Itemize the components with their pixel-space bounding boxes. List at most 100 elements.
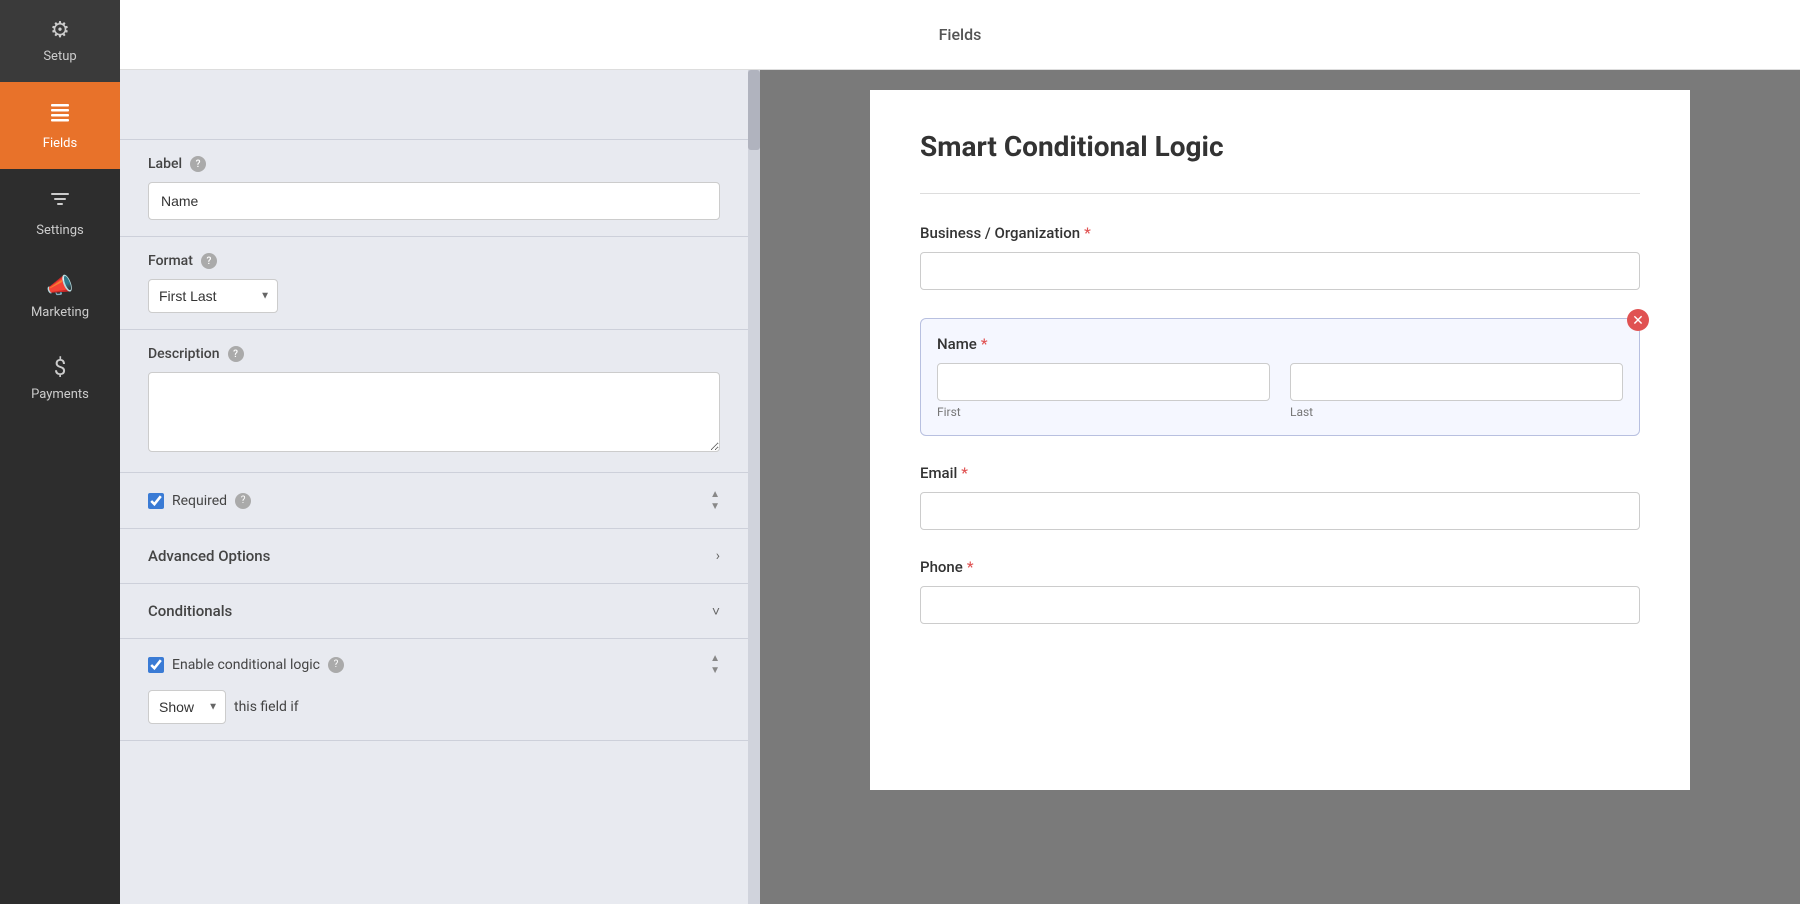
left-panel-scroll: Label ? Format ? First Last Last First (120, 70, 760, 904)
last-name-input[interactable] (1290, 363, 1623, 401)
last-sub-label: Last (1290, 405, 1623, 419)
right-panel: Smart Conditional Logic Business / Organ… (760, 70, 1800, 904)
form-field-business: Business / Organization * (920, 224, 1640, 290)
last-name-col: Last (1290, 363, 1623, 419)
conditional-logic-label: Enable conditional logic (172, 657, 320, 673)
email-input[interactable] (920, 492, 1640, 530)
form-field-name: ✕ Name * First Last (920, 318, 1640, 436)
phone-label: Phone * (920, 558, 1640, 576)
required-row: Required ? ▲ ▼ (148, 489, 720, 512)
header-bar: Fields (120, 0, 1800, 70)
business-label: Business / Organization * (920, 224, 1640, 242)
name-label: Name * (937, 335, 1623, 353)
required-label: Required (172, 493, 227, 509)
label-section: Label ? (120, 140, 748, 237)
description-label-row: Description ? (148, 346, 720, 362)
main-area: Fields Label ? (120, 0, 1800, 904)
form-field-email: Email * (920, 464, 1640, 530)
sidebar: ⚙ Setup Fields Settings 📣 Marketing (0, 0, 120, 904)
first-name-input[interactable] (937, 363, 1270, 401)
conditional-logic-help-icon[interactable]: ? (328, 657, 344, 673)
phone-label-text: Phone (920, 558, 963, 576)
cond-arrow-up: ▲ (710, 653, 720, 664)
sidebar-item-settings[interactable]: Settings (0, 169, 120, 256)
format-select[interactable]: First Last Last First First Only (148, 279, 278, 313)
email-required-star: * (961, 464, 968, 482)
name-required-star: * (981, 335, 988, 353)
sort-arrows[interactable]: ▲ ▼ (710, 489, 720, 512)
advanced-options-title: Advanced Options (148, 547, 270, 565)
advanced-options-section: Advanced Options › (120, 529, 748, 584)
page-title: Fields (939, 25, 982, 44)
format-label-row: Format ? (148, 253, 720, 269)
business-required-star: * (1084, 224, 1091, 242)
first-sub-label: First (937, 405, 1270, 419)
advanced-options-chevron: › (716, 548, 720, 564)
sidebar-item-fields[interactable]: Fields (0, 82, 120, 169)
sidebar-item-label: Settings (36, 223, 83, 238)
left-panel: Label ? Format ? First Last Last First (120, 70, 760, 904)
sidebar-item-marketing[interactable]: 📣 Marketing (0, 256, 120, 338)
scrollbar-thumb (748, 70, 760, 150)
description-textarea[interactable] (148, 372, 720, 452)
form-field-phone: Phone * (920, 558, 1640, 624)
label-text: Label (148, 156, 182, 172)
name-label-text: Name (937, 335, 977, 353)
settings-icon (48, 187, 72, 217)
email-label-text: Email (920, 464, 957, 482)
required-help-icon[interactable]: ? (235, 493, 251, 509)
form-title: Smart Conditional Logic (920, 130, 1640, 163)
conditionals-section: Conditionals ˅ Enable conditional logic … (120, 584, 748, 741)
business-label-text: Business / Organization (920, 224, 1080, 242)
arrow-down: ▼ (710, 501, 720, 512)
conditionals-title: Conditionals (148, 602, 232, 620)
description-text: Description (148, 346, 220, 362)
format-select-wrapper: First Last Last First First Only (148, 279, 278, 313)
conditional-logic-checkbox[interactable] (148, 657, 164, 673)
fields-icon (48, 100, 72, 130)
conditionals-chevron: ˅ (712, 603, 720, 620)
phone-required-star: * (967, 558, 974, 576)
cond-arrow-down: ▼ (710, 665, 720, 676)
top-stub (120, 80, 748, 140)
format-section: Format ? First Last Last First First Onl… (120, 237, 748, 330)
format-text: Format (148, 253, 193, 269)
first-name-col: First (937, 363, 1270, 419)
description-help-icon[interactable]: ? (228, 346, 244, 362)
payments-icon: $ (54, 356, 66, 381)
name-field-delete-button[interactable]: ✕ (1627, 309, 1649, 331)
required-checkbox[interactable] (148, 493, 164, 509)
business-input[interactable] (920, 252, 1640, 290)
conditionals-content: Enable conditional logic ? ▲ ▼ Show (120, 638, 748, 740)
conditionals-header[interactable]: Conditionals ˅ (120, 584, 748, 638)
form-preview: Smart Conditional Logic Business / Organ… (870, 90, 1690, 790)
show-select[interactable]: Show Hide (148, 690, 226, 724)
conditional-show-row: Show Hide this field if (148, 690, 720, 724)
marketing-icon: 📣 (46, 274, 73, 299)
sidebar-item-label: Marketing (31, 305, 89, 320)
label-help-icon[interactable]: ? (190, 156, 206, 172)
required-section: Required ? ▲ ▼ (120, 473, 748, 529)
conditional-logic-row: Enable conditional logic ? ▲ ▼ (148, 653, 720, 676)
email-label: Email * (920, 464, 1640, 482)
show-select-wrapper: Show Hide (148, 690, 226, 724)
conditional-sort-arrows[interactable]: ▲ ▼ (710, 653, 720, 676)
scrollbar-track[interactable] (748, 70, 760, 904)
phone-input[interactable] (920, 586, 1640, 624)
format-help-icon[interactable]: ? (201, 253, 217, 269)
label-input[interactable] (148, 182, 720, 220)
name-fields-row: First Last (937, 363, 1623, 419)
form-divider (920, 193, 1640, 194)
sidebar-item-label: Setup (43, 49, 76, 64)
content-area: Label ? Format ? First Last Last First (120, 70, 1800, 904)
sidebar-item-setup[interactable]: ⚙ Setup (0, 0, 120, 82)
description-section: Description ? (120, 330, 748, 473)
arrow-up: ▲ (710, 489, 720, 500)
sidebar-item-payments[interactable]: $ Payments (0, 338, 120, 420)
sidebar-item-label: Fields (43, 136, 77, 151)
label-label-row: Label ? (148, 156, 720, 172)
gear-icon: ⚙ (50, 18, 70, 43)
sidebar-item-label: Payments (31, 387, 89, 402)
advanced-options-header[interactable]: Advanced Options › (120, 529, 748, 583)
this-field-if-text: this field if (234, 699, 299, 715)
